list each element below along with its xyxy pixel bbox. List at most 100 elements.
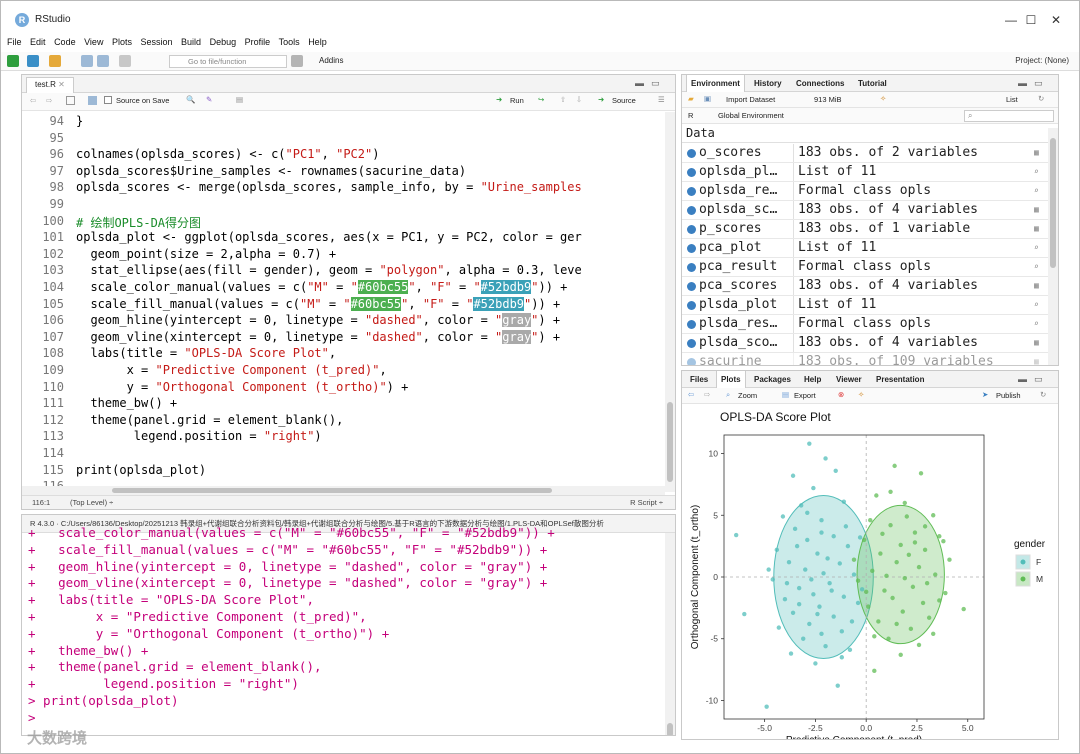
expand-icon[interactable]: [687, 187, 696, 196]
table-icon[interactable]: ▦: [1034, 148, 1044, 158]
menu-view[interactable]: View: [84, 37, 103, 47]
new-file-icon[interactable]: [7, 55, 19, 67]
refresh-icon[interactable]: ↻: [1038, 94, 1044, 103]
maximize-pane-icon[interactable]: ▭: [651, 78, 673, 89]
env-row[interactable]: oplsda_sc… 183 obs. of 4 variables ▦: [682, 201, 1048, 220]
scope-selector[interactable]: (Top Level) ÷: [70, 496, 113, 509]
table-icon[interactable]: ▦: [1034, 205, 1044, 215]
menu-debug[interactable]: Debug: [210, 37, 237, 47]
expand-icon[interactable]: [687, 225, 696, 234]
publish-icon[interactable]: ➤: [982, 390, 988, 399]
expand-icon[interactable]: [687, 263, 696, 272]
table-icon[interactable]: ▦: [1034, 224, 1044, 234]
tab-files[interactable]: Files: [686, 371, 712, 388]
file-tab-test-r[interactable]: test.R ✕: [26, 77, 74, 93]
magic-wand-icon[interactable]: ✎: [206, 95, 212, 104]
file-type-selector[interactable]: R Script ÷: [630, 496, 663, 509]
goto-file-input[interactable]: Go to file/function: [169, 55, 287, 68]
menu-edit[interactable]: Edit: [30, 37, 46, 47]
broom-icon[interactable]: ✧: [858, 390, 864, 399]
grid-layout-icon[interactable]: [291, 55, 303, 67]
expand-icon[interactable]: [687, 168, 696, 177]
memory-usage[interactable]: 913 MiB: [814, 95, 842, 104]
search-icon[interactable]: ⌕: [1034, 300, 1044, 310]
save-workspace-icon[interactable]: ▣: [704, 94, 711, 103]
tab-tutorial[interactable]: Tutorial: [854, 75, 891, 92]
maximize-pane-icon[interactable]: ▭: [1034, 78, 1056, 89]
console-scrollbar[interactable]: [665, 533, 675, 735]
expand-icon[interactable]: [687, 206, 696, 215]
env-row[interactable]: p_scores 183 obs. of 1 variable ▦: [682, 220, 1048, 239]
tab-packages[interactable]: Packages: [750, 371, 795, 388]
env-row[interactable]: o_scores 183 obs. of 2 variables ▦: [682, 144, 1048, 163]
env-scrollbar[interactable]: [1048, 128, 1058, 365]
forward-arrow-icon[interactable]: ⇨: [46, 96, 52, 105]
show-in-window-icon[interactable]: [66, 96, 75, 105]
up-arrow-icon[interactable]: ⇧: [560, 95, 566, 104]
editor-vertical-scrollbar[interactable]: [665, 112, 675, 492]
source-button[interactable]: Source: [612, 96, 636, 105]
forward-arrow-icon[interactable]: ⇨: [704, 390, 710, 399]
refresh-icon[interactable]: ↻: [1040, 390, 1046, 399]
open-file-icon[interactable]: [49, 55, 61, 67]
tab-plots[interactable]: Plots: [716, 371, 746, 388]
menu-code[interactable]: Code: [54, 37, 76, 47]
menu-profile[interactable]: Profile: [245, 37, 271, 47]
env-row[interactable]: oplsda_pl… List of 11 ⌕: [682, 163, 1048, 182]
close-tab-icon[interactable]: ✕: [58, 80, 65, 89]
menu-session[interactable]: Session: [141, 37, 173, 47]
env-row[interactable]: oplsda_re… Formal class opls ⌕: [682, 182, 1048, 201]
project-menu[interactable]: Project: (None): [1015, 56, 1069, 65]
save-all-icon[interactable]: [97, 55, 109, 67]
menu-build[interactable]: Build: [181, 37, 201, 47]
search-icon[interactable]: 🔍: [186, 95, 195, 104]
tab-presentation[interactable]: Presentation: [872, 371, 928, 388]
search-icon[interactable]: ⌕: [1034, 319, 1044, 329]
zoom-button[interactable]: Zoom: [738, 391, 757, 400]
save-file-icon[interactable]: [88, 96, 97, 105]
menu-help[interactable]: Help: [308, 37, 327, 47]
editor-horizontal-scrollbar[interactable]: [22, 486, 665, 495]
table-icon[interactable]: ▦: [1034, 357, 1044, 365]
console-output[interactable]: + scale_color_manual(values = c("M" = "#…: [22, 525, 667, 733]
expand-icon[interactable]: [687, 244, 696, 253]
env-row[interactable]: plsda_sco… 183 obs. of 4 variables ▦: [682, 334, 1048, 353]
export-button[interactable]: Export: [794, 391, 816, 400]
tab-history[interactable]: History: [750, 75, 786, 92]
search-icon[interactable]: ⌕: [1034, 243, 1044, 253]
table-icon[interactable]: ▦: [1034, 338, 1044, 348]
export-icon[interactable]: ▤: [782, 390, 789, 399]
close-button[interactable]: ✕: [1036, 9, 1076, 31]
table-icon[interactable]: ▦: [1034, 281, 1044, 291]
new-project-icon[interactable]: [27, 55, 39, 67]
search-icon[interactable]: ⌕: [1034, 186, 1044, 196]
down-arrow-icon[interactable]: ⇩: [576, 95, 582, 104]
expand-icon[interactable]: [687, 149, 696, 158]
env-row[interactable]: sacurine 183 obs. of 109 variables ▦: [682, 353, 1048, 365]
expand-icon[interactable]: [687, 358, 696, 365]
maximize-pane-icon[interactable]: ▭: [1034, 374, 1056, 385]
env-search-input[interactable]: ⌕: [964, 110, 1054, 122]
back-arrow-icon[interactable]: ⇦: [30, 96, 36, 105]
outline-icon[interactable]: ☰: [658, 95, 665, 104]
run-icon[interactable]: ➜: [496, 95, 502, 104]
env-row[interactable]: plsda_res… Formal class opls ⌕: [682, 315, 1048, 334]
view-mode-select[interactable]: List: [1006, 95, 1018, 104]
expand-icon[interactable]: [687, 282, 696, 291]
env-row[interactable]: plsda_plot List of 11 ⌕: [682, 296, 1048, 315]
expand-icon[interactable]: [687, 320, 696, 329]
expand-icon[interactable]: [687, 339, 696, 348]
zoom-icon[interactable]: ⌕: [726, 390, 730, 400]
scope-select[interactable]: Global Environment: [718, 111, 784, 120]
compile-report-icon[interactable]: ▤: [236, 95, 243, 104]
search-icon[interactable]: ⌕: [1034, 167, 1044, 177]
print-icon[interactable]: [119, 55, 131, 67]
publish-button[interactable]: Publish: [996, 391, 1021, 400]
back-arrow-icon[interactable]: ⇦: [688, 390, 694, 399]
tab-environment[interactable]: Environment: [686, 75, 745, 92]
save-icon[interactable]: [81, 55, 93, 67]
tab-connections[interactable]: Connections: [792, 75, 848, 92]
search-icon[interactable]: ⌕: [1034, 262, 1044, 272]
menu-tools[interactable]: Tools: [279, 37, 300, 47]
broom-icon[interactable]: ✧: [880, 94, 886, 103]
